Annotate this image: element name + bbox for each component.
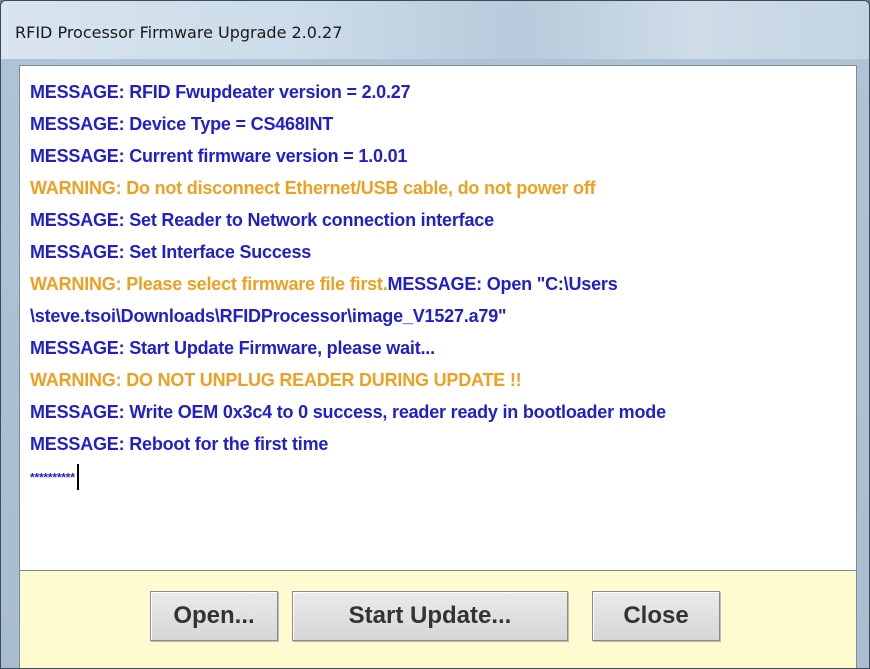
log-line: MESSAGE: Current firmware version = 1.0.… (30, 146, 408, 166)
title-bar[interactable]: RFID Processor Firmware Upgrade 2.0.27 (1, 1, 869, 59)
progress-line: ********** (30, 460, 856, 492)
firmware-upgrade-window: RFID Processor Firmware Upgrade 2.0.27 M… (0, 0, 870, 669)
close-button[interactable]: Close (592, 591, 720, 641)
start-update-button[interactable]: Start Update... (292, 591, 568, 641)
log-line: MESSAGE: Start Update Firmware, please w… (30, 338, 435, 358)
log-line: MESSAGE: Reboot for the first time (30, 434, 329, 454)
log-line: MESSAGE: Write OEM 0x3c4 to 0 success, r… (30, 402, 666, 422)
log-line: MESSAGE: Set Interface Success (30, 242, 312, 262)
open-button[interactable]: Open... (150, 591, 278, 641)
log-line: MESSAGE: Device Type = CS468INT (30, 114, 334, 134)
log-message-segment: MESSAGE: Open "C:\Users (387, 274, 618, 294)
log-line: MESSAGE: Set Reader to Network connectio… (30, 210, 494, 230)
log-line: MESSAGE: RFID Fwupdeater version = 2.0.2… (30, 82, 411, 102)
window-title: RFID Processor Firmware Upgrade 2.0.27 (15, 23, 343, 42)
log-line: \steve.tsoi\Downloads\RFIDProcessor\imag… (30, 306, 507, 326)
log-line: WARNING: DO NOT UNPLUG READER DURING UPD… (30, 370, 522, 390)
log-warning-segment: WARNING: Please select firmware file fir… (30, 274, 388, 294)
button-panel: Open... Start Update... Close (19, 571, 857, 668)
log-line: WARNING: Please select firmware file fir… (30, 268, 856, 300)
text-cursor (76, 464, 79, 491)
log-line: WARNING: Do not disconnect Ethernet/USB … (30, 178, 596, 198)
log-textbox[interactable]: MESSAGE: RFID Fwupdeater version = 2.0.2… (19, 65, 857, 571)
progress-stars: ********** (30, 470, 75, 485)
